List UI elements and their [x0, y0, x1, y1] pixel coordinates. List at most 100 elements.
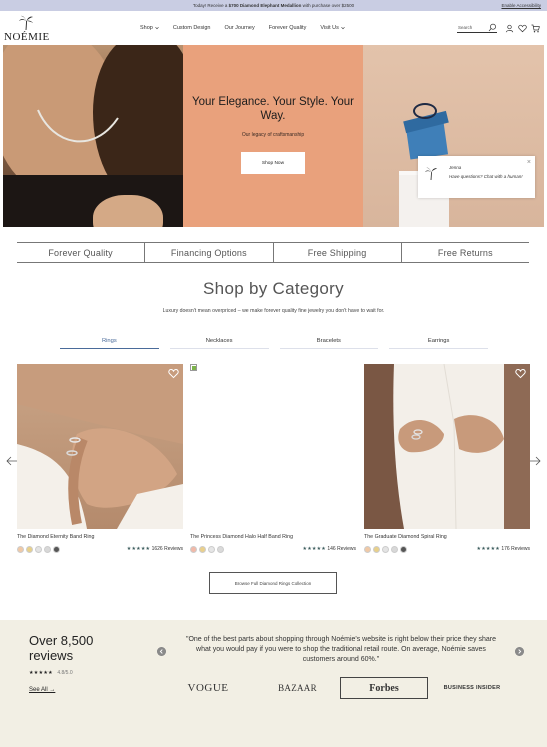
browse-collection-button[interactable]: Browse Full Diamond Rings Collection: [209, 572, 337, 594]
metal-swatches: [190, 546, 224, 553]
swatch-rose-gold[interactable]: [17, 546, 24, 553]
feature-forever-quality[interactable]: Forever Quality: [17, 243, 146, 262]
product-image[interactable]: [364, 364, 530, 529]
product-name[interactable]: The Diamond Eternity Band Ring: [17, 534, 94, 540]
site-header: NOÉMIE Shop Custom Design Our Journey Fo…: [0, 11, 547, 45]
swatch-rose-gold[interactable]: [190, 546, 197, 553]
feature-free-returns[interactable]: Free Returns: [402, 243, 529, 262]
feature-strip: Forever Quality Financing Options Free S…: [17, 242, 529, 263]
rating-score: 4.8/5.0: [57, 670, 73, 676]
logo[interactable]: NOÉMIE: [4, 14, 50, 44]
search-placeholder: Search: [458, 25, 473, 30]
swatch-white-gold[interactable]: [208, 546, 215, 553]
swatch-white-gold[interactable]: [35, 546, 42, 553]
tab-earrings[interactable]: Earrings: [389, 334, 488, 349]
product-name[interactable]: The Graduate Diamond Spiral Ring: [364, 534, 447, 540]
hero-necklace-image: [3, 45, 183, 227]
nav-item-forever-quality[interactable]: Forever Quality: [269, 25, 307, 31]
hero-text-panel: Your Elegance. Your Style. Your Way. Our…: [183, 45, 363, 227]
chevron-left-icon[interactable]: [157, 647, 166, 656]
nav-item-shop[interactable]: Shop: [140, 25, 159, 31]
swatch-white-gold[interactable]: [382, 546, 389, 553]
product-image[interactable]: [190, 364, 356, 529]
nav-item-label: Shop: [140, 25, 153, 31]
feature-financing-options[interactable]: Financing Options: [145, 243, 274, 262]
broken-image-icon: [190, 364, 197, 371]
swatch-platinum[interactable]: [44, 546, 51, 553]
press-logo-forbes[interactable]: Forbes: [340, 677, 428, 699]
wishlist-heart-icon[interactable]: [168, 368, 179, 379]
nav-item-label: Visit Us: [320, 25, 339, 31]
swatch-black[interactable]: [53, 546, 60, 553]
product-rating: ★★★★★ 176 Reviews: [477, 546, 530, 552]
swatch-yellow-gold[interactable]: [373, 546, 380, 553]
promo-highlight: $700 Diamond Elephant Medallion: [228, 3, 302, 8]
promo-suffix: with purchase over $2500: [302, 3, 355, 8]
nav-item-custom-design[interactable]: Custom Design: [173, 25, 211, 31]
cart-icon[interactable]: [531, 24, 540, 33]
swatch-black[interactable]: [400, 546, 407, 553]
see-all-reviews-link[interactable]: See All →: [29, 687, 55, 693]
product-card[interactable]: The Graduate Diamond Spiral Ring ★★★★★ 1…: [364, 364, 530, 553]
palm-tree-icon: [19, 15, 33, 30]
star-rating: ★★★★★: [476, 546, 500, 552]
testimonial-quote: "One of the best parts about shopping th…: [185, 636, 497, 663]
star-rating: ★★★★★: [126, 546, 151, 552]
section-title: Shop by Category: [203, 279, 344, 298]
chat-message: Have questions? Chat with a human!: [449, 174, 523, 179]
nav-item-label: Custom Design: [172, 25, 211, 31]
shop-now-button[interactable]: Shop Now: [241, 152, 305, 174]
product-image[interactable]: [17, 364, 183, 529]
review-count: 176 Reviews: [501, 546, 530, 552]
press-logo-vogue[interactable]: VOGUE: [181, 677, 235, 699]
hero-banner: Your Elegance. Your Style. Your Way. Our…: [0, 45, 547, 227]
swatch-yellow-gold[interactable]: [199, 546, 206, 553]
feature-free-shipping[interactable]: Free Shipping: [274, 243, 402, 262]
chevron-down-icon: [155, 26, 159, 30]
palm-tree-icon: [424, 167, 438, 180]
product-card[interactable]: The Diamond Eternity Band Ring ★★★★★ 162…: [17, 364, 183, 553]
product-name[interactable]: The Princess Diamond Halo Half Band Ring: [190, 534, 293, 540]
hero-gift-box-image: [363, 45, 544, 227]
swatch-platinum[interactable]: [217, 546, 224, 553]
account-icon[interactable]: [505, 24, 514, 33]
nav-item-visit-us[interactable]: Visit Us: [320, 25, 345, 31]
promo-prefix: Today! Receive a: [192, 3, 228, 8]
product-rating: ★★★★★ 146 Reviews: [303, 546, 356, 552]
tab-bracelets[interactable]: Bracelets: [279, 334, 379, 349]
chat-widget[interactable]: Jenna Have questions? Chat with a human!…: [418, 156, 535, 198]
tab-necklaces[interactable]: Necklaces: [169, 334, 269, 349]
product-card[interactable]: The Princess Diamond Halo Half Band Ring…: [190, 364, 356, 553]
logo-text: NOÉMIE: [4, 31, 50, 43]
chevron-down-icon: [341, 26, 345, 30]
wishlist-icon[interactable]: [518, 24, 527, 33]
press-logo-business-insider[interactable]: BUSINESS INSIDER: [440, 677, 504, 699]
swatch-rose-gold[interactable]: [364, 546, 371, 553]
metal-swatches: [364, 546, 407, 553]
press-logo-bazaar[interactable]: BAZAAR: [270, 677, 325, 699]
category-tabs: Rings Necklaces Bracelets Earrings: [60, 334, 488, 349]
search-icon[interactable]: [488, 23, 497, 32]
product-rating: ★★★★★ 1626 Reviews: [127, 546, 183, 552]
tab-rings[interactable]: Rings: [60, 334, 159, 349]
accessibility-link[interactable]: Enable Accessibility: [501, 3, 541, 8]
search-input[interactable]: Search: [457, 23, 497, 33]
announcement-bar: Today! Receive a $700 Diamond Elephant M…: [0, 0, 547, 11]
close-icon[interactable]: ×: [527, 159, 531, 166]
review-count-heading: Over 8,500 reviews: [29, 633, 94, 663]
wishlist-heart-icon[interactable]: [515, 368, 526, 379]
chevron-right-icon[interactable]: [515, 647, 524, 656]
nav-item-our-journey[interactable]: Our Journey: [224, 25, 254, 31]
section-subtitle: Luxury doesn't mean overpriced – we make…: [162, 308, 385, 314]
review-count: 146 Reviews: [327, 546, 356, 552]
nav-item-label: Forever Quality: [268, 25, 307, 31]
overall-rating: ★★★★★ 4.8/5.0: [29, 670, 73, 676]
main-nav: Shop Custom Design Our Journey Forever Q…: [140, 25, 345, 31]
swatch-yellow-gold[interactable]: [26, 546, 33, 553]
chat-agent-name: Jenna: [449, 165, 462, 170]
swatch-platinum[interactable]: [391, 546, 398, 553]
star-rating: ★★★★★: [302, 546, 326, 552]
star-rating: ★★★★★: [29, 670, 53, 676]
reviews-section: Over 8,500 reviews ★★★★★ 4.8/5.0 See All…: [0, 620, 547, 747]
review-count: 1626 Reviews: [151, 546, 183, 552]
